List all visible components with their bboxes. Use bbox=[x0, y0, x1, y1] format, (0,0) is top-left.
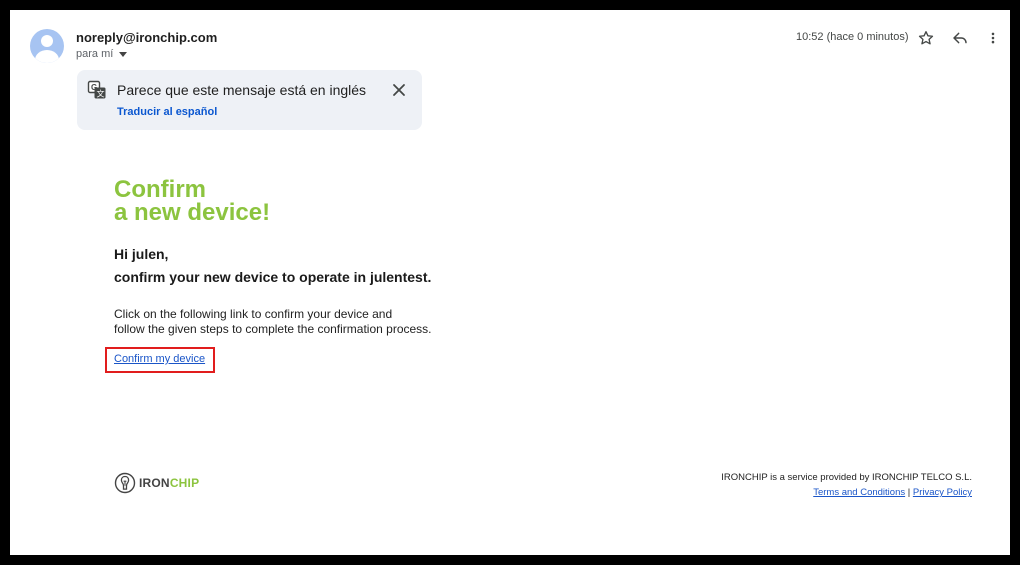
star-icon[interactable] bbox=[915, 27, 937, 49]
recipient-line[interactable]: para mí bbox=[76, 48, 128, 60]
more-options-icon[interactable] bbox=[982, 27, 1004, 49]
reply-icon[interactable] bbox=[949, 27, 971, 49]
instructions-text: Click on the following link to confirm y… bbox=[114, 307, 432, 337]
email-title: Confirm a new device! bbox=[114, 176, 271, 226]
logo-iron: IRON bbox=[139, 476, 170, 490]
instructions-line-2: follow the given steps to complete the c… bbox=[114, 322, 432, 336]
translate-message: Parece que este mensaje está en inglés bbox=[117, 82, 367, 98]
instructions-line-1: Click on the following link to confirm y… bbox=[114, 307, 393, 321]
avatar-head bbox=[41, 35, 53, 47]
chevron-down-icon[interactable] bbox=[119, 51, 128, 57]
footer-separator: | bbox=[907, 487, 911, 498]
avatar-body bbox=[35, 50, 59, 63]
footer-service-text: IRONCHIP is a service provided by IRONCH… bbox=[721, 472, 972, 483]
title-line-1: Confirm bbox=[114, 176, 206, 203]
privacy-link[interactable]: Privacy Policy bbox=[913, 487, 972, 498]
email-timestamp: 10:52 (hace 0 minutos) bbox=[796, 31, 909, 43]
footer-links: Terms and Conditions | Privacy Policy bbox=[813, 487, 972, 498]
ironchip-logo: IRONCHIP bbox=[114, 472, 199, 494]
close-icon[interactable] bbox=[391, 82, 407, 98]
email-view: noreply@ironchip.com para mí 10:52 (hace… bbox=[10, 10, 1010, 555]
subheading-text: confirm your new device to operate in ju… bbox=[114, 269, 432, 285]
translate-icon: G 文 bbox=[87, 80, 107, 100]
logo-wordmark: IRONCHIP bbox=[139, 476, 199, 490]
translate-banner: G 文 Parece que este mensaje está en ingl… bbox=[77, 70, 422, 130]
svg-text:文: 文 bbox=[97, 89, 105, 99]
confirm-device-link[interactable]: Confirm my device bbox=[114, 353, 205, 365]
sender-address[interactable]: noreply@ironchip.com bbox=[76, 30, 217, 45]
terms-link[interactable]: Terms and Conditions bbox=[813, 487, 905, 498]
greeting-text: Hi julen, bbox=[114, 246, 169, 262]
translate-link[interactable]: Traducir al español bbox=[117, 106, 217, 118]
logo-chip: CHIP bbox=[169, 476, 200, 490]
sender-avatar[interactable] bbox=[30, 29, 64, 63]
title-line-2: a new device! bbox=[114, 199, 271, 226]
recipient-label: para mí bbox=[76, 48, 114, 60]
ironchip-logo-icon bbox=[114, 472, 136, 494]
